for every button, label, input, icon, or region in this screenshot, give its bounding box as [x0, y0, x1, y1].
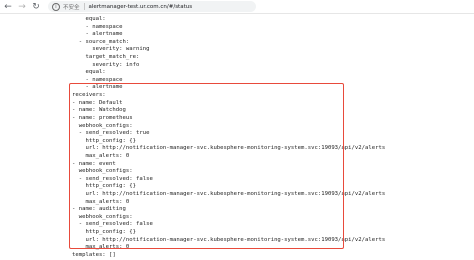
address-separator [83, 3, 85, 10]
config-line: - name: event [72, 160, 116, 167]
config-line: - name: Default [72, 99, 123, 106]
config-line: url: http://notification-manager-svc.kub… [72, 236, 386, 243]
address-bar[interactable]: i 不安全 alertmanager-test.ur.com.cn/#/stat… [48, 1, 256, 12]
info-icon[interactable]: i [52, 2, 60, 11]
config-line: equal: [72, 16, 106, 22]
config-line: - send_resolved: false [72, 175, 153, 182]
forward-arrow-icon[interactable]: → [16, 1, 28, 13]
reload-icon[interactable]: ↻ [30, 1, 42, 13]
config-line: - send_resolved: false [72, 221, 153, 228]
back-arrow-icon[interactable]: ← [2, 1, 14, 13]
config-line: - namespace [72, 76, 123, 83]
config-line: max_alerts: 0 [72, 244, 130, 251]
security-label[interactable]: 不安全 [63, 3, 80, 11]
config-line: - alertname [72, 84, 123, 91]
config-line: templates: [] [72, 251, 116, 258]
config-line: severity: warning [72, 46, 150, 53]
config-line: webhook_configs: [72, 213, 133, 220]
config-line: webhook_configs: [72, 168, 133, 175]
browser-toolbar: ← → ↻ i 不安全 alertmanager-test.ur.com.cn/… [0, 0, 474, 14]
config-line: receivers: [72, 92, 106, 99]
config-line: - name: Watchdog [72, 107, 126, 114]
config-line: webhook_configs: [72, 122, 133, 129]
config-line: - namespace [72, 23, 123, 30]
config-line: equal: [72, 69, 106, 76]
config-line: - name: auditing [72, 206, 126, 213]
config-line: max_alerts: 0 [72, 152, 130, 159]
config-line: http_config: {} [72, 137, 136, 144]
config-line: - name: prometheus [72, 114, 133, 121]
config-line: http_config: {} [72, 229, 136, 236]
config-line: - source_match: [72, 38, 130, 45]
config-line: http_config: {} [72, 183, 136, 190]
config-line: target_match_re: [72, 54, 140, 61]
url-text[interactable]: alertmanager-test.ur.com.cn/#/status [89, 4, 193, 10]
config-line: severity: info [72, 61, 140, 68]
config-line: - alertname [72, 31, 123, 38]
config-line: url: http://notification-manager-svc.kub… [72, 145, 386, 152]
alertmanager-config: equal: - namespace - alertname - source_… [72, 16, 385, 260]
config-line: url: http://notification-manager-svc.kub… [72, 191, 386, 198]
config-line: - send_resolved: true [72, 130, 150, 137]
config-line: max_alerts: 0 [72, 198, 130, 205]
